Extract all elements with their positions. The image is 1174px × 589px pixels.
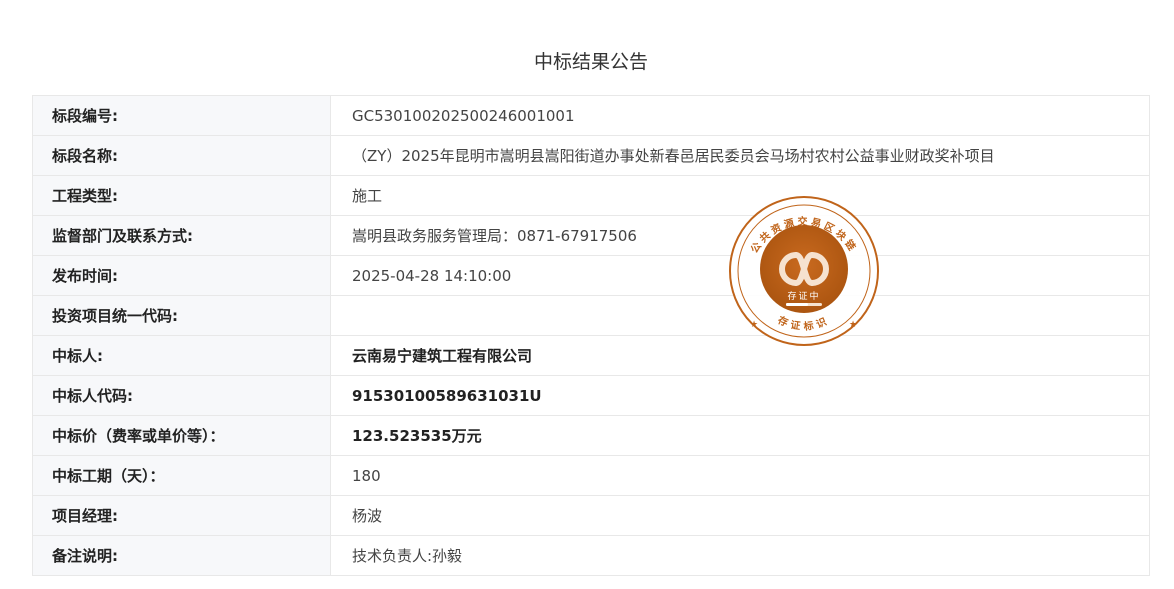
winner-code: 91530100589631031U xyxy=(330,375,1150,416)
field-value: 180 xyxy=(330,455,1150,496)
field-label: 中标人代码: xyxy=(32,375,331,416)
table-row: 标段名称: （ZY）2025年昆明市嵩明县嵩阳街道办事处新春邑居民委员会马场村农… xyxy=(32,135,1150,176)
table-row: 中标人代码: 91530100589631031U xyxy=(32,375,1150,416)
table-row: 标段编号: GC5301002025002460010​01 xyxy=(32,95,1150,136)
field-label: 工程类型: xyxy=(32,175,331,216)
table-row: 备注说明: 技术负责人:孙毅 xyxy=(32,535,1150,576)
field-label: 发布时间: xyxy=(32,255,331,296)
field-label: 中标人: xyxy=(32,335,331,376)
svg-text:★: ★ xyxy=(849,320,857,330)
svg-text:★: ★ xyxy=(750,320,758,330)
field-label: 项目经理: xyxy=(32,495,331,536)
table-row: 中标价（费率或单价等）： 123.523535万元 xyxy=(32,415,1150,456)
field-label: 中标工期（天）： xyxy=(32,455,331,496)
field-value: 技术负责人:孙毅 xyxy=(330,535,1150,576)
field-label: 中标价（费率或单价等）： xyxy=(32,415,331,456)
field-label: 备注说明: xyxy=(32,535,331,576)
field-label: 标段名称: xyxy=(32,135,331,176)
field-value: （ZY）2025年昆明市嵩明县嵩阳街道办事处新春邑居民委员会马场村农村公益事业财… xyxy=(330,135,1150,176)
winning-price: 123.523535万元 xyxy=(330,415,1150,456)
field-label: 标段编号: xyxy=(32,95,331,136)
table-row: 项目经理: 杨波 xyxy=(32,495,1150,536)
blockchain-seal-icon: 公共资源交易区块链 ★ ★ 存证中 存证标识 xyxy=(729,196,879,346)
field-label: 投资项目统一代码: xyxy=(32,295,331,336)
table-row: 中标人: 云南易宁建筑工程有限公司 xyxy=(32,335,1150,376)
table-row: 工程类型: 施工 xyxy=(32,175,1150,216)
table-row: 发布时间: 2025-04-28 14:10:00 xyxy=(32,255,1150,296)
seal-center-text: 存证中 xyxy=(787,290,820,302)
field-value: 杨波 xyxy=(330,495,1150,536)
table-row: 中标工期（天）： 180 xyxy=(32,455,1150,496)
result-table: 标段编号: GC5301002025002460010​01 标段名称: （ZY… xyxy=(32,95,1150,576)
table-row: 投资项目统一代码: xyxy=(32,295,1150,336)
table-row: 监督部门及联系方式: 嵩明县政务服务管理局：0871-67917506 xyxy=(32,215,1150,256)
page-title: 中标结果公告 xyxy=(533,51,648,73)
field-value: GC5301002025002460010​01 xyxy=(330,95,1150,136)
field-label: 监督部门及联系方式: xyxy=(32,215,331,256)
